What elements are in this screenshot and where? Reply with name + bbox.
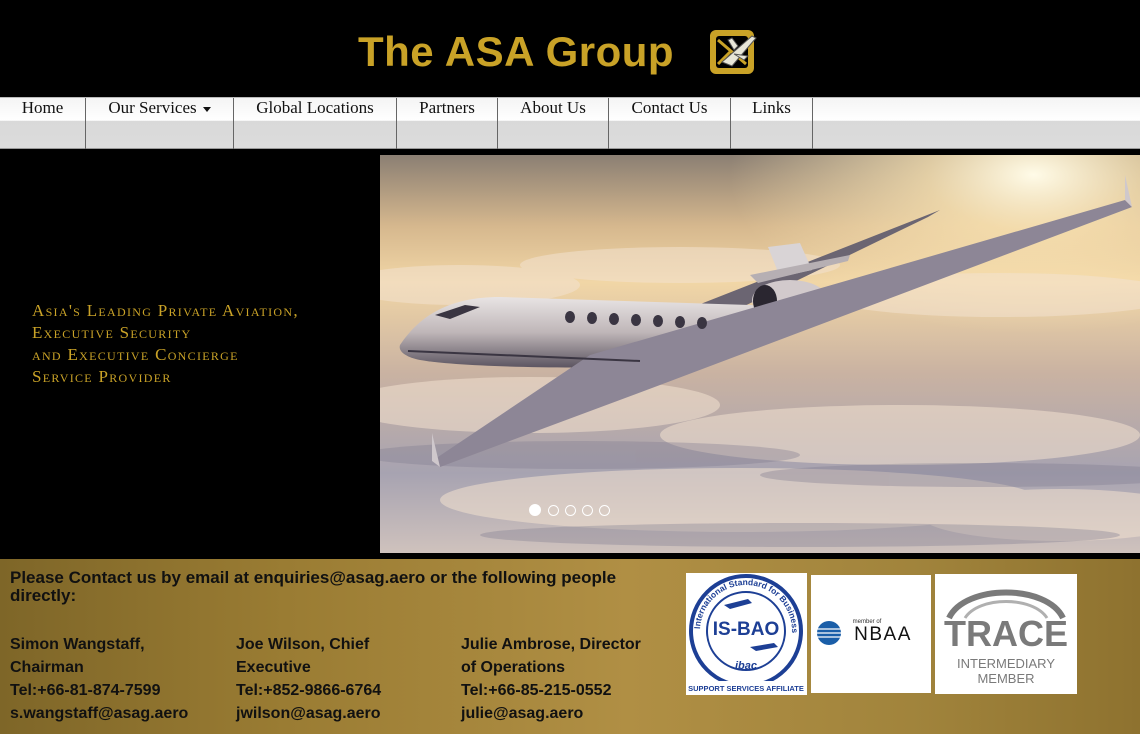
trace-member-text: MEMBER [977, 671, 1034, 686]
slider-dot-1[interactable] [529, 504, 541, 516]
slider-dot-5[interactable] [599, 505, 610, 516]
dropdown-caret-icon [202, 106, 211, 112]
nav-links[interactable]: Links [731, 98, 813, 149]
contact-email[interactable]: s.wangstaff@asag.aero [10, 702, 225, 725]
contact-person-julie: Julie Ambrose, Director of Operations Te… [461, 633, 676, 725]
nav-about-us[interactable]: About Us [498, 98, 609, 149]
contact-email[interactable]: julie@asag.aero [461, 702, 676, 725]
contact-person-joe: Joe Wilson, Chief Executive Tel:+852-986… [236, 633, 451, 725]
tagline-line: Service Provider [32, 367, 172, 386]
site-header: The ASA Group [0, 0, 1140, 97]
nav-contact-us-label: Contact Us [631, 98, 708, 117]
nav-about-us-label: About Us [520, 98, 586, 117]
isbao-logo: International Standard for Business Airc… [683, 565, 807, 693]
isbao-affiliate-text: SUPPORT SERVICES AFFILIATE [688, 684, 804, 693]
nbaa-main-text: NBAA [854, 624, 912, 645]
nav-global-locations[interactable]: Global Locations [234, 98, 397, 149]
slider-dot-4[interactable] [582, 505, 593, 516]
isbao-badge[interactable]: International Standard for Business Airc… [683, 565, 807, 695]
nbaa-badge[interactable]: member of NBAA [811, 575, 931, 693]
tagline-line: Executive Security [32, 323, 192, 342]
plane-on-envelope-icon[interactable] [708, 26, 760, 78]
contact-name: Simon Wangstaff, [10, 636, 145, 653]
trace-intermediary-text: INTERMEDIARY [957, 656, 1055, 671]
contact-phone: Tel:+852-9866-6764 [236, 682, 382, 699]
hero-tagline: Asia's Leading Private Aviation, Executi… [32, 300, 377, 388]
contact-email[interactable]: jwilson@asag.aero [236, 702, 451, 725]
contact-title: Chairman [10, 659, 84, 676]
nav-partners-label: Partners [419, 98, 475, 117]
trace-badge[interactable]: TRACE INTERMEDIARY MEMBER [935, 574, 1077, 694]
slider-dot-3[interactable] [565, 505, 576, 516]
hero-slider: Asia's Leading Private Aviation, Executi… [0, 151, 1140, 555]
nav-links-label: Links [752, 98, 791, 117]
contact-person-simon: Simon Wangstaff, Chairman Tel:+66-81-874… [10, 633, 225, 725]
tagline-line: and Executive Concierge [32, 345, 239, 364]
trace-main-text: TRACE [944, 613, 1068, 654]
nav-our-services-label: Our Services [108, 98, 197, 117]
isbao-main-text: IS-BAO [713, 619, 780, 640]
trace-logo: TRACE INTERMEDIARY MEMBER [944, 589, 1068, 686]
contact-phone: Tel:+66-85-215-0552 [461, 682, 612, 699]
nav-our-services[interactable]: Our Services [86, 98, 234, 149]
contact-title: Executive [236, 659, 311, 676]
hero-jet-photo [380, 155, 1140, 553]
slider-dot-2[interactable] [548, 505, 559, 516]
site-title[interactable]: The ASA Group [358, 28, 674, 76]
contact-footer: Please Contact us by email at enquiries@… [0, 559, 1140, 734]
contact-name: Joe Wilson, Chief [236, 636, 370, 653]
nbaa-logo: member of NBAA [817, 619, 912, 645]
tagline-line: Asia's Leading Private Aviation, [32, 301, 299, 320]
nav-home-label: Home [21, 98, 64, 117]
nav-global-locations-label: Global Locations [256, 98, 374, 117]
nav-contact-us[interactable]: Contact Us [609, 98, 731, 149]
contact-title: of Operations [461, 659, 566, 676]
nav-home[interactable]: Home [0, 98, 86, 149]
contact-name: Julie Ambrose, Director [461, 636, 641, 653]
contact-phone: Tel:+66-81-874-7599 [10, 682, 161, 699]
isbao-ibac-text: ibac [735, 660, 757, 672]
contact-heading: Please Contact us by email at enquiries@… [10, 568, 617, 605]
nav-partners[interactable]: Partners [397, 98, 498, 149]
main-navigation: Home Our Services Global Locations Partn… [0, 97, 1140, 149]
